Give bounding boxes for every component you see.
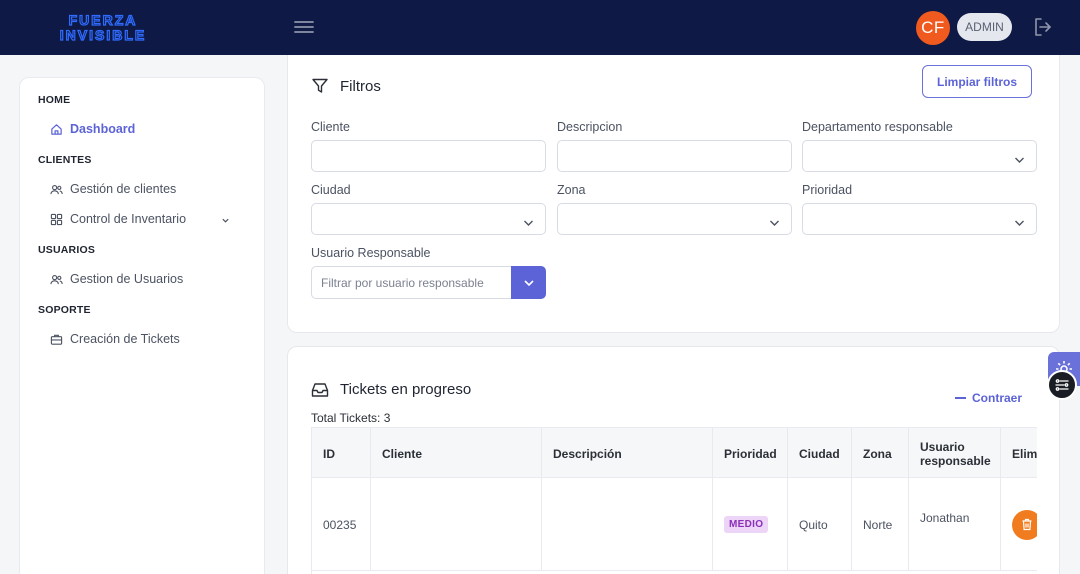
sidebar-section-usuarios: USUARIOS [38,244,96,256]
brand-logo[interactable]: FUERZA INVISIBLE [28,12,178,42]
sidebar-item-label: Creación de Tickets [70,332,180,346]
sidebar-item-label: Control de Inventario [70,212,187,226]
column-header-cliente[interactable]: Cliente [371,428,542,479]
chevron-down-icon [1014,215,1025,233]
logo-line-2: INVISIBLE [60,27,146,42]
column-header-descripcion[interactable]: Descripción [542,428,713,479]
sidebar: HOME Dashboard CLIENTES Gestión de clien… [19,77,265,574]
cell-eliminar [1001,478,1037,571]
menu-toggle-icon[interactable] [293,17,315,37]
priority-badge: MEDIO [724,516,769,533]
user-avatar[interactable]: CF [916,11,950,45]
departamento-label: Departamento responsable [802,120,953,134]
cell-usuario: Jonathan [909,478,1001,571]
cell-zona: Norte [852,478,909,571]
top-bar: FUERZA INVISIBLE CF ADMIN [0,0,1080,55]
chevron-down-icon [1014,152,1025,170]
prioridad-select[interactable] [802,203,1037,235]
chevron-down-icon [523,215,534,233]
filters-title: Filtros [311,77,381,95]
usuario-dropdown-button[interactable] [511,266,546,299]
delete-ticket-button[interactable] [1012,509,1037,540]
total-tickets: Total Tickets: 3 [311,411,391,425]
tickets-title: Tickets en progreso [311,381,471,398]
column-header-id[interactable]: ID [312,428,371,479]
collapse-label: Contraer [972,391,1023,405]
ciudad-label: Ciudad [311,183,351,197]
column-header-ciudad[interactable]: Ciudad [788,428,852,479]
chevron-down-icon [769,215,780,233]
minus-icon [955,397,966,399]
column-header-usuario[interactable]: Usuario responsable [909,428,1001,479]
cliente-label: Cliente [311,120,350,134]
sidebar-item-label: Gestión de clientes [70,182,177,196]
trash-icon [1021,518,1033,531]
descripcion-input[interactable] [557,140,792,172]
table-row[interactable]: 00235 MEDIO Quito Norte Jonathan [312,478,1037,571]
cell-prioridad: MEDIO [713,478,788,571]
briefcase-icon [50,333,63,346]
users-icon [50,273,63,286]
column-header-zona[interactable]: Zona [852,428,909,479]
zona-select[interactable] [557,203,792,235]
sidebar-section-clientes: CLIENTES [38,154,92,166]
usuario-responsable-input[interactable] [311,266,512,299]
tickets-table: ID Cliente Descripción Prioridad Ciudad … [311,427,1037,574]
tickets-card: Tickets en progreso Contraer Total Ticke… [287,346,1060,574]
sidebar-section-home: HOME [38,94,71,106]
sliders-icon [1055,379,1069,391]
ciudad-select[interactable] [311,203,546,235]
chevron-down-icon [523,278,535,288]
logo-line-1: FUERZA [69,12,138,28]
sidebar-item-label: Gestion de Usuarios [70,272,184,286]
sidebar-item-gestion-usuarios[interactable]: Gestion de Usuarios [50,268,240,290]
descripcion-label: Descripcion [557,120,623,134]
departamento-select[interactable] [802,140,1037,172]
grid-icon [50,213,63,226]
inbox-icon [311,382,329,398]
prioridad-label: Prioridad [802,183,853,197]
sidebar-item-dashboard[interactable]: Dashboard [50,118,240,140]
quick-filter-button[interactable] [1047,370,1077,400]
column-header-prioridad[interactable]: Prioridad [713,428,788,479]
users-icon [50,183,63,196]
collapse-tickets-link[interactable]: Contraer [955,391,1022,405]
filters-title-text: Filtros [340,77,381,95]
filter-icon [311,77,329,95]
home-icon [50,123,63,136]
usuario-responsable-label: Usuario Responsable [311,246,431,260]
role-badge[interactable]: ADMIN [957,13,1012,41]
zona-label: Zona [557,183,586,197]
chevron-down-icon[interactable] [221,214,230,228]
table-header: ID Cliente Descripción Prioridad Ciudad … [312,427,1037,479]
cell-id: 00235 [312,478,371,571]
tickets-title-text: Tickets en progreso [340,381,472,398]
sidebar-item-control-inventario[interactable]: Control de Inventario [50,208,240,230]
filters-card: Filtros Limpiar filtros Cliente Descripc… [287,55,1060,333]
column-header-eliminar[interactable]: Elim [1001,428,1037,479]
clear-filters-button[interactable]: Limpiar filtros [922,65,1032,98]
cliente-input[interactable] [311,140,546,172]
sidebar-item-creacion-tickets[interactable]: Creación de Tickets [50,328,240,350]
cell-ciudad: Quito [788,478,852,571]
cell-cliente [371,478,542,571]
cell-descripcion [542,478,713,571]
sidebar-item-gestion-clientes[interactable]: Gestión de clientes [50,178,240,200]
sidebar-section-soporte: SOPORTE [38,304,91,316]
sidebar-item-label: Dashboard [70,122,136,136]
logout-icon[interactable] [1032,16,1054,38]
